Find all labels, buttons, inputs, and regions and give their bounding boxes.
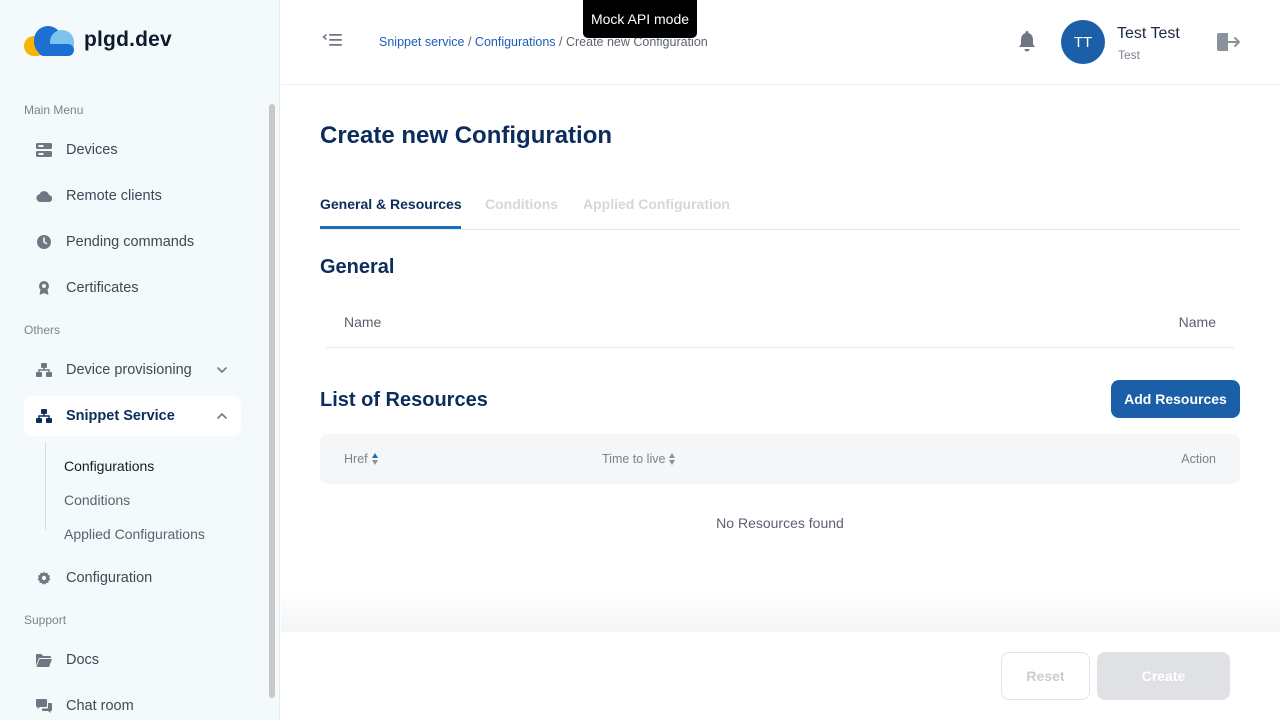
- create-button[interactable]: Create: [1097, 652, 1230, 700]
- cloud-logo-icon: [24, 22, 76, 58]
- section-label-others: Others: [24, 323, 61, 337]
- column-header-time-to-live[interactable]: Time to live: [602, 452, 676, 466]
- sidebar-item-label: Device provisioning: [66, 362, 192, 378]
- name-value[interactable]: Name: [1179, 314, 1216, 330]
- sidebar-item-label: Docs: [66, 652, 100, 668]
- sidebar-item-pending-commands[interactable]: Pending commands: [24, 222, 241, 262]
- footer-shadow: [281, 590, 1280, 632]
- column-header-action: Action: [1181, 452, 1216, 466]
- empty-state-text: No Resources found: [716, 515, 844, 531]
- sidebar-item-label: Pending commands: [66, 234, 195, 250]
- tab-general-resources[interactable]: General & Resources: [320, 196, 462, 212]
- sidebar-item-configuration[interactable]: Configuration: [24, 558, 241, 598]
- user-role: Test: [1118, 48, 1141, 62]
- sidebar-subitem-configurations[interactable]: Configurations: [64, 458, 154, 474]
- submenu-guide-line: [45, 442, 46, 530]
- resources-table-header: Href Time to live Action: [320, 434, 1240, 484]
- tab-bar: General & Resources Conditions Applied C…: [320, 196, 1240, 230]
- mock-api-badge: Mock API mode: [583, 0, 697, 38]
- sidebar: plgd.dev Main Menu Devices Remote client…: [0, 0, 280, 720]
- sort-icon: [371, 453, 379, 465]
- active-tab-indicator: [320, 226, 461, 229]
- clock-icon: [36, 234, 52, 250]
- chat-icon: [36, 698, 52, 714]
- tab-conditions[interactable]: Conditions: [485, 196, 558, 212]
- page-title: Create new Configuration: [320, 122, 613, 149]
- column-header-label: Action: [1181, 452, 1216, 466]
- reset-button[interactable]: Reset: [1001, 652, 1090, 700]
- general-name-row: Name Name: [326, 300, 1234, 348]
- gear-icon: [36, 570, 52, 586]
- network-icon: [36, 362, 52, 378]
- add-resources-button[interactable]: Add Resources: [1111, 380, 1240, 418]
- breadcrumb-configurations[interactable]: Configurations: [475, 35, 556, 49]
- sidebar-scrollbar[interactable]: [269, 104, 275, 698]
- sidebar-item-label: Certificates: [66, 280, 139, 296]
- sidebar-subitem-applied-configurations[interactable]: Applied Configurations: [64, 526, 205, 542]
- folder-icon: [36, 652, 52, 668]
- column-header-label: Time to live: [602, 452, 666, 466]
- column-header-href[interactable]: Href: [344, 452, 379, 466]
- sidebar-item-label: Chat room: [66, 698, 134, 714]
- name-label: Name: [344, 314, 382, 330]
- section-label-main-menu: Main Menu: [24, 103, 84, 117]
- general-heading: General: [320, 256, 395, 278]
- column-header-label: Href: [344, 452, 368, 466]
- network-icon: [36, 408, 52, 424]
- sidebar-item-chat-room[interactable]: Chat room: [24, 686, 241, 720]
- logo[interactable]: plgd.dev: [24, 22, 172, 58]
- user-name[interactable]: Test Test: [1117, 25, 1180, 43]
- breadcrumb-separator: /: [559, 35, 563, 49]
- collapse-menu-icon[interactable]: [322, 30, 344, 50]
- cloud-icon: [36, 188, 52, 204]
- section-label-support: Support: [24, 613, 67, 627]
- sidebar-item-docs[interactable]: Docs: [24, 640, 241, 680]
- bell-icon[interactable]: [1016, 30, 1038, 54]
- header-divider: [281, 84, 1280, 85]
- devices-icon: [36, 142, 52, 158]
- chevron-down-icon[interactable]: [215, 363, 229, 377]
- breadcrumb-separator: /: [467, 35, 472, 49]
- sidebar-item-label: Configuration: [66, 570, 153, 586]
- chevron-up-icon[interactable]: [215, 409, 229, 423]
- sidebar-item-label: Remote clients: [66, 188, 162, 204]
- resources-heading: List of Resources: [320, 389, 488, 411]
- sidebar-item-label: Snippet Service: [66, 408, 175, 424]
- sidebar-item-certificates[interactable]: Certificates: [24, 268, 241, 308]
- sidebar-item-devices[interactable]: Devices: [24, 130, 241, 170]
- sidebar-item-snippet-service[interactable]: Snippet Service: [24, 396, 241, 436]
- sidebar-subitem-conditions[interactable]: Conditions: [64, 492, 130, 508]
- breadcrumb-snippet-service[interactable]: Snippet service: [379, 35, 464, 49]
- certificate-icon: [36, 280, 52, 296]
- avatar[interactable]: TT: [1061, 20, 1105, 64]
- sidebar-item-device-provisioning[interactable]: Device provisioning: [24, 350, 241, 390]
- logo-text: plgd.dev: [84, 28, 172, 51]
- sort-icon: [669, 453, 676, 465]
- sidebar-item-remote-clients[interactable]: Remote clients: [24, 176, 241, 216]
- sidebar-item-label: Devices: [66, 142, 118, 158]
- tab-applied-configuration[interactable]: Applied Configuration: [583, 196, 730, 212]
- logout-icon[interactable]: [1216, 30, 1242, 54]
